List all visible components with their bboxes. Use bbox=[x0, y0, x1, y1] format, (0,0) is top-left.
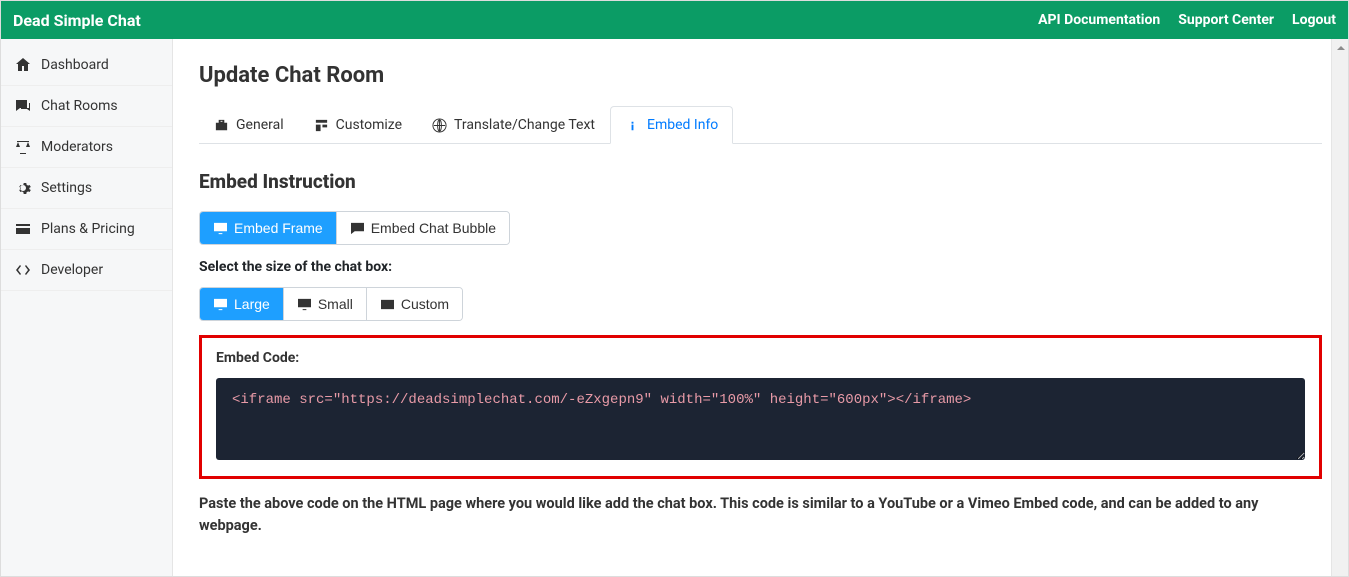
topbar: Dead Simple Chat API Documentation Suppo… bbox=[1, 1, 1348, 39]
sidebar-item-label: Dashboard bbox=[41, 57, 109, 73]
button-label: Large bbox=[234, 296, 270, 312]
content-area: Update Chat Room General Customize Trans… bbox=[173, 39, 1348, 576]
toolbox-icon bbox=[214, 118, 229, 133]
style-icon bbox=[314, 118, 329, 133]
sidebar-item-moderators[interactable]: Moderators bbox=[1, 127, 172, 168]
sidebar: Dashboard Chat Rooms Moderators Settings… bbox=[1, 39, 173, 576]
globe-icon bbox=[432, 118, 447, 133]
sidebar-item-chatrooms[interactable]: Chat Rooms bbox=[1, 86, 172, 127]
size-group: Large Small Custom bbox=[199, 287, 463, 321]
embed-code-textarea[interactable]: <iframe src="https://deadsimplechat.com/… bbox=[216, 378, 1305, 460]
sidebar-item-label: Settings bbox=[41, 180, 92, 196]
support-link[interactable]: Support Center bbox=[1178, 12, 1274, 28]
button-label: Embed Frame bbox=[234, 220, 323, 236]
chevron-up-icon bbox=[1337, 44, 1345, 52]
tab-embed-info[interactable]: Embed Info bbox=[610, 106, 733, 144]
monitor-icon bbox=[297, 298, 312, 311]
credit-card-icon bbox=[15, 221, 31, 237]
info-icon bbox=[625, 118, 640, 133]
rect-icon bbox=[380, 298, 395, 311]
tab-label: Translate/Change Text bbox=[454, 117, 595, 133]
button-label: Embed Chat Bubble bbox=[371, 220, 496, 236]
tab-customize[interactable]: Customize bbox=[299, 106, 417, 144]
sidebar-item-settings[interactable]: Settings bbox=[1, 168, 172, 209]
tab-translate[interactable]: Translate/Change Text bbox=[417, 106, 610, 144]
brand-title: Dead Simple Chat bbox=[13, 11, 141, 30]
section-title: Embed Instruction bbox=[199, 170, 1322, 193]
size-small-button[interactable]: Small bbox=[283, 288, 366, 320]
sidebar-item-plans[interactable]: Plans & Pricing bbox=[1, 209, 172, 250]
logout-link[interactable]: Logout bbox=[1292, 12, 1336, 28]
sidebar-item-label: Moderators bbox=[41, 139, 113, 155]
tab-label: Customize bbox=[336, 117, 402, 133]
scales-icon bbox=[15, 139, 31, 155]
sidebar-item-developer[interactable]: Developer bbox=[1, 250, 172, 291]
home-icon bbox=[15, 57, 31, 73]
size-custom-button[interactable]: Custom bbox=[366, 288, 462, 320]
embed-bubble-button[interactable]: Embed Chat Bubble bbox=[336, 212, 509, 244]
tabs: General Customize Translate/Change Text … bbox=[199, 106, 1322, 144]
button-label: Custom bbox=[401, 296, 449, 312]
scroll-up-button[interactable] bbox=[1332, 39, 1348, 56]
tab-label: General bbox=[236, 117, 284, 133]
code-label: Embed Code: bbox=[216, 350, 1305, 366]
bubble-icon bbox=[350, 222, 365, 235]
monitor-icon bbox=[213, 222, 228, 235]
sidebar-item-dashboard[interactable]: Dashboard bbox=[1, 45, 172, 86]
button-label: Small bbox=[318, 296, 353, 312]
tab-general[interactable]: General bbox=[199, 106, 299, 144]
code-icon bbox=[15, 262, 31, 278]
sidebar-item-label: Plans & Pricing bbox=[41, 221, 135, 237]
tab-label: Embed Info bbox=[647, 117, 718, 133]
api-doc-link[interactable]: API Documentation bbox=[1038, 12, 1160, 28]
chat-icon bbox=[15, 98, 31, 114]
page-title: Update Chat Room bbox=[199, 63, 1322, 88]
size-label: Select the size of the chat box: bbox=[199, 259, 1322, 275]
monitor-icon bbox=[213, 298, 228, 311]
instruction-text: Paste the above code on the HTML page wh… bbox=[199, 493, 1322, 548]
sidebar-item-label: Developer bbox=[41, 262, 103, 278]
embed-type-group: Embed Frame Embed Chat Bubble bbox=[199, 211, 510, 245]
sidebar-item-label: Chat Rooms bbox=[41, 98, 118, 114]
size-large-button[interactable]: Large bbox=[200, 288, 283, 320]
scrollbar[interactable] bbox=[1331, 39, 1348, 576]
embed-frame-button[interactable]: Embed Frame bbox=[200, 212, 336, 244]
gear-icon bbox=[15, 180, 31, 196]
embed-code-section: Embed Code: <iframe src="https://deadsim… bbox=[199, 335, 1322, 479]
